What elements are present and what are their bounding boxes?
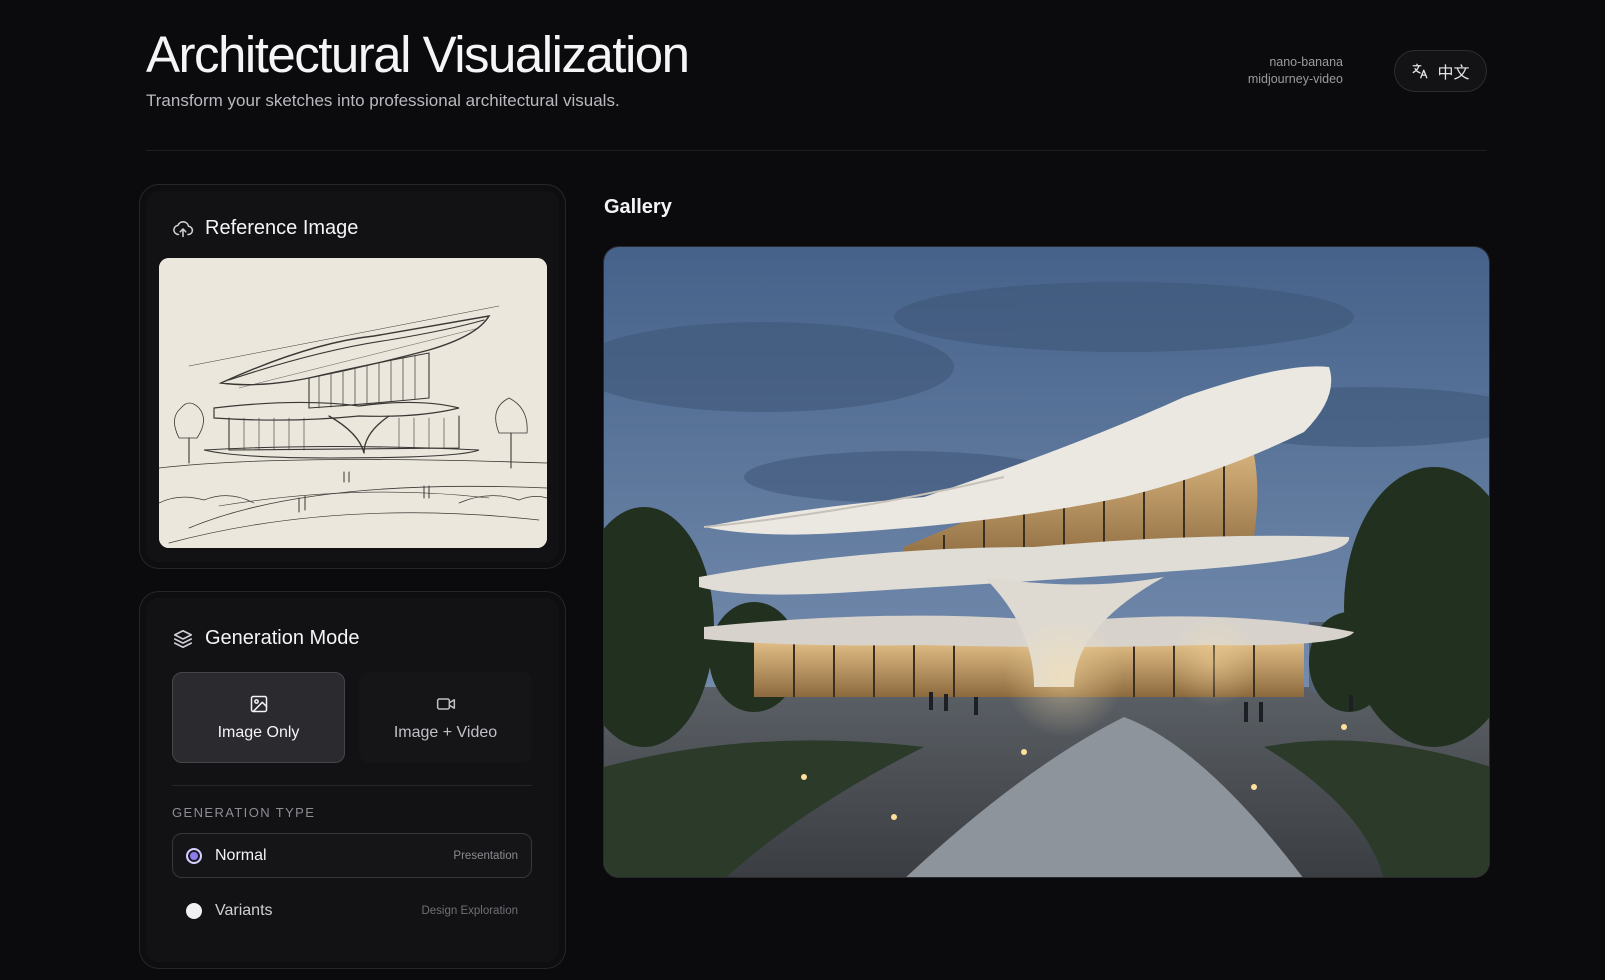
sketch-image (159, 258, 547, 548)
header-divider (146, 150, 1487, 151)
generation-mode-heading: Generation Mode (205, 627, 360, 649)
reference-image-header: Reference Image (172, 217, 358, 240)
upload-cloud-icon (173, 220, 194, 237)
layers-icon (173, 629, 193, 648)
video-camera-icon (436, 697, 455, 710)
generation-mode-header: Generation Mode (172, 627, 360, 650)
language-icon (1413, 63, 1428, 79)
option-label: Variants (215, 901, 273, 919)
image-icon (250, 695, 267, 712)
reference-image-dropzone[interactable] (159, 258, 547, 548)
language-button-label: 中文 (1437, 65, 1470, 82)
mode-label: Image Only (217, 723, 300, 741)
model-list: nano-banana midjourney-video (1248, 54, 1343, 88)
option-label: Normal (215, 846, 267, 864)
mode-label: Image + Video (393, 723, 498, 741)
model-name: midjourney-video (1247, 72, 1343, 86)
reference-image-heading: Reference Image (205, 217, 359, 239)
gallery-heading: Gallery (604, 196, 672, 218)
generation-type-normal-option[interactable]: Normal Presentation (172, 833, 532, 878)
header: Architectural Visualization Transform yo… (146, 26, 690, 111)
mode-image-video-button[interactable]: Image + Video (359, 672, 532, 763)
section-divider (172, 785, 532, 786)
option-tag: Presentation (453, 849, 518, 862)
radio-unselected[interactable] (186, 902, 202, 919)
option-tag: Design Exploration (421, 904, 518, 917)
generation-mode-panel: Generation Mode Image Only Image + Video… (139, 591, 566, 969)
mode-image-only-button[interactable]: Image Only (172, 672, 345, 763)
language-toggle-button[interactable]: 中文 (1394, 50, 1487, 92)
rendered-architecture-image (604, 247, 1489, 877)
generation-type-variants-option[interactable]: Variants Design Exploration (172, 888, 532, 933)
page-title: Architectural Visualization (146, 26, 690, 83)
radio-selected[interactable] (186, 847, 202, 864)
model-name: nano-banana (1269, 55, 1343, 69)
reference-image-panel: Reference Image (139, 184, 566, 569)
generation-type-label: GENERATION TYPE (172, 805, 316, 820)
page-subtitle: Transform your sketches into professiona… (146, 91, 620, 110)
gallery-image[interactable] (603, 246, 1490, 878)
